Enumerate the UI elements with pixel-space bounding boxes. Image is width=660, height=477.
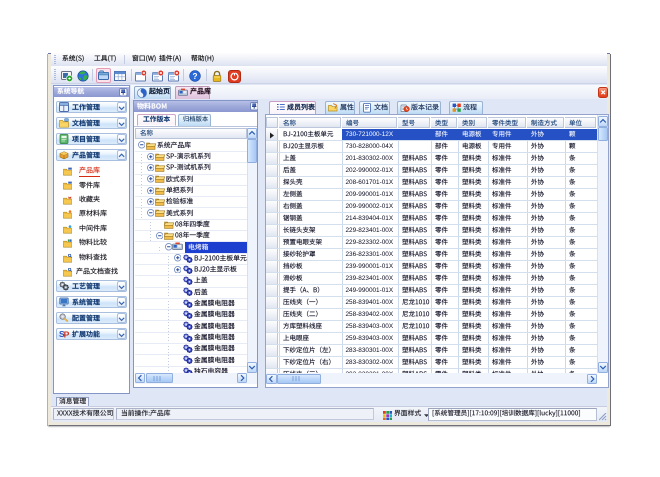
svg-text:P: P [64,330,69,339]
svg-text:?: ? [192,72,197,81]
